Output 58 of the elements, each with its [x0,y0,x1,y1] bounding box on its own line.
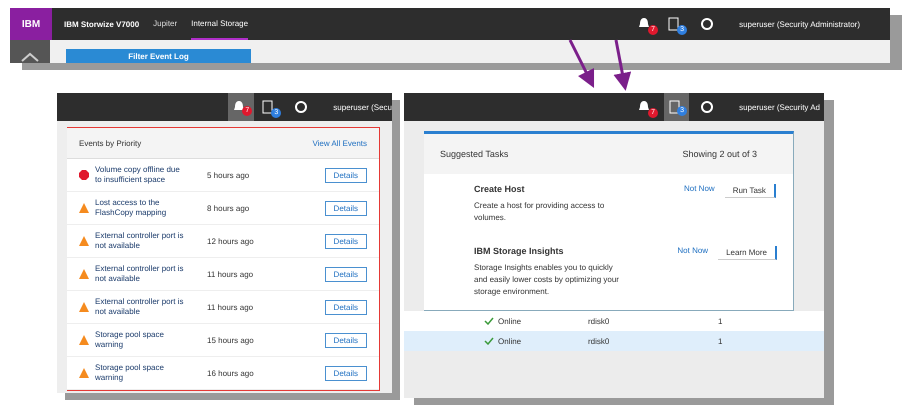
task-description: Create a host for providing access to volumes. [474,200,606,224]
filter-button[interactable]: Filter Event Log [66,49,251,63]
event-message: Storage pool space warning [95,363,165,383]
task-title: IBM Storage Insights [474,246,565,256]
help-icon[interactable] [294,100,308,114]
task-button[interactable]: Learn More [718,246,777,260]
event-time: 5 hours ago [207,170,250,180]
popover-title: Suggested Tasks [440,149,508,159]
table-cell-text: Online [498,336,522,346]
check-icon [484,317,494,325]
logo: IBM [10,8,52,40]
document-icon [668,17,680,31]
task-button[interactable]: Run Task [724,184,776,198]
document-icon [669,100,680,114]
event-time: 8 hours ago [207,204,250,212]
pointer-arrow [613,40,632,91]
details-button[interactable]: Details [324,366,367,380]
nav-tab[interactable]: Jupiter [153,8,178,40]
details-button[interactable]: Details [324,200,367,216]
help-icon[interactable] [700,17,714,31]
event-message: Volume copy offline due to insufficient space [95,165,181,185]
user-name[interactable]: superuser (Security Administrator) [739,20,860,28]
details-button[interactable]: Details [324,300,367,314]
event-message: External controller port is not available [95,297,184,317]
table-cell: 1 [718,316,722,326]
details-button[interactable]: Details [324,266,367,282]
pointer-arrow [568,39,594,88]
event-time: 11 hours ago [207,302,254,312]
not-now-link[interactable]: Not Now [684,184,715,193]
chevron-up-icon[interactable] [20,51,40,63]
event-time: 12 hours ago [207,236,255,246]
event-message: Storage pool space warning [95,330,165,350]
task-description: Storage Insights enables you to quickly and easily lower costs by optimizing your storage environment. [474,262,620,298]
details-button[interactable]: Details [324,234,367,248]
user-name[interactable]: superuser (Secu [333,102,392,112]
user-name[interactable]: superuser (Security Ad [739,102,820,112]
check-icon [484,337,494,345]
details-button[interactable]: Details [324,168,367,182]
view-all-link[interactable]: View All Events [312,138,367,148]
popover-title: Events by Priority [79,138,142,148]
table-cell: 1 [718,336,722,346]
help-icon[interactable] [700,100,714,114]
event-time: 15 hours ago [207,336,255,344]
event-time: 16 hours ago [207,368,255,378]
task-count: Showing 2 out of 3 [682,149,757,159]
details-button[interactable]: Details [324,332,367,348]
event-message: Lost access to the FlashCopy mapping [95,198,168,218]
table-cell-text: rdisk0 [588,336,610,346]
task-title: Create Host [474,184,526,194]
table-cell-text: rdisk0 [588,316,610,326]
table-cell-text: Online [498,316,522,326]
nav-tab[interactable]: Internal Storage [191,8,248,40]
event-message: External controller port is not available [95,264,184,284]
product-name: IBM Storwize V7000 [64,20,140,28]
event-message: External controller port is not available [95,231,184,251]
not-now-link[interactable]: Not Now [677,246,708,255]
document-icon [262,100,274,114]
event-time: 11 hours ago [207,270,254,278]
